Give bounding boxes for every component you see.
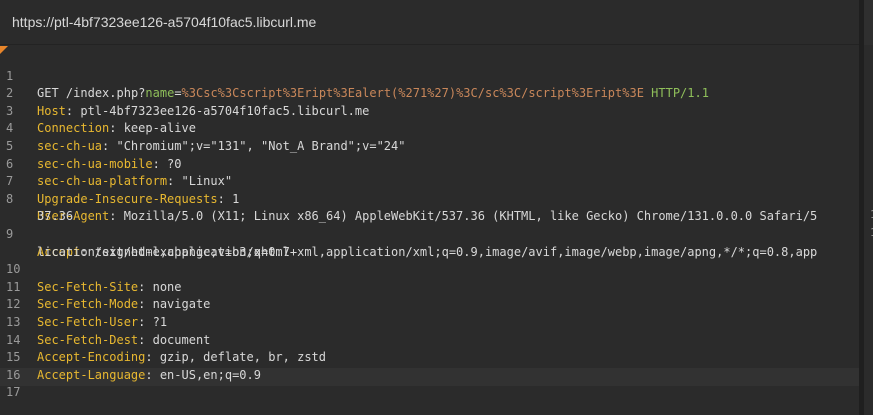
url-text[interactable]: https://ptl-4bf7323ee126-a5704f10fac5.li… — [12, 14, 316, 30]
url-bar[interactable]: https://ptl-4bf7323ee126-a5704f10fac5.li… — [0, 0, 859, 45]
editor-line[interactable]: 17 — [0, 367, 859, 415]
request-editor[interactable]: 1 GET /index.php?name=%3Csc%3Cscript%3Er… — [0, 46, 859, 415]
right-panel-header — [864, 0, 873, 45]
line-number: 17 — [6, 385, 21, 400]
right-panel-edge: 1 1 — [859, 0, 873, 415]
